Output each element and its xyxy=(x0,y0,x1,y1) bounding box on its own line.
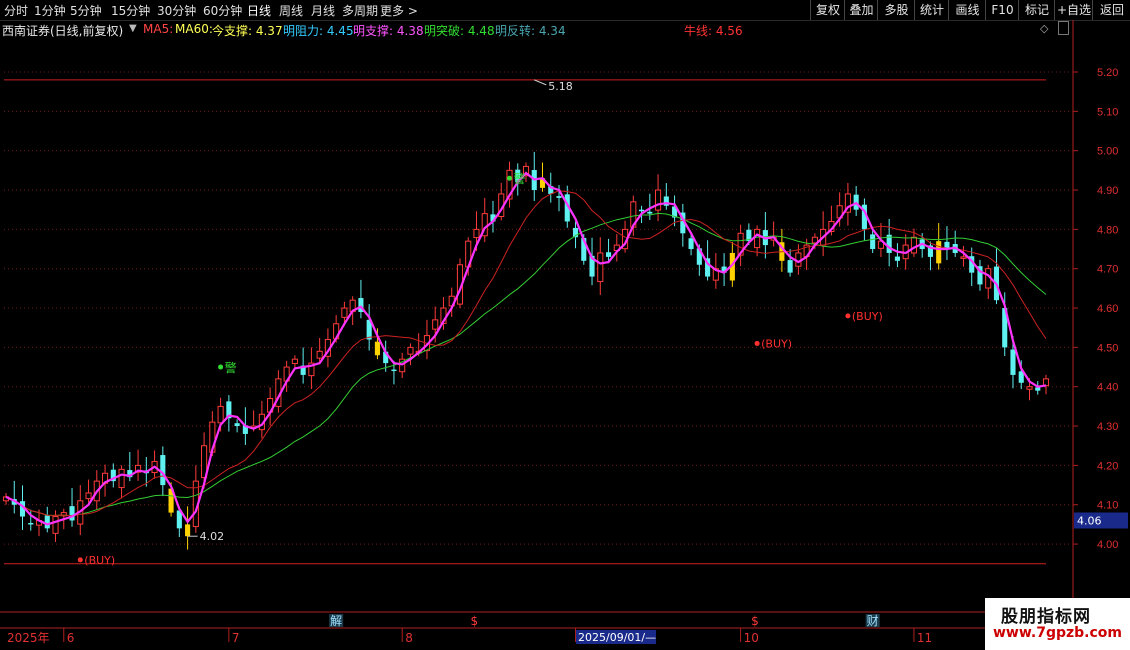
event-marker: 财 xyxy=(867,614,879,628)
watermark-url: www.7gpzb.com xyxy=(993,625,1123,641)
ma5-line xyxy=(5,171,1047,526)
warn-dot xyxy=(218,364,224,370)
candle-body xyxy=(754,228,761,249)
candle-body xyxy=(391,369,397,372)
kline-chart[interactable]: 5.20 5.10 5.00 4.90 4.80 4.70 4.60 4.50 4.40 4.30… xyxy=(0,0,1130,650)
candle-body xyxy=(28,522,34,525)
x-tick-label: 2025年 xyxy=(7,631,50,645)
candle-body xyxy=(910,236,917,254)
buy-dot xyxy=(754,340,760,346)
candle-body xyxy=(291,358,298,364)
candle-body xyxy=(118,468,125,489)
y-tick-label: 4.70 xyxy=(1097,264,1118,276)
x-tick-label: 10 xyxy=(744,631,759,645)
candle-body xyxy=(316,350,323,359)
cursor-date-label: 2025/09/01/— xyxy=(578,631,656,644)
warn-signal-label: 警 xyxy=(225,360,237,375)
event-marker: 解 xyxy=(330,614,342,628)
buy-dot xyxy=(77,557,83,563)
candle-body xyxy=(160,455,166,486)
candle-body xyxy=(647,211,653,214)
candle-body xyxy=(795,252,802,267)
y-tick-label: 4.20 xyxy=(1097,460,1118,472)
candle-body xyxy=(936,241,942,264)
low-label: 4.02 xyxy=(200,530,225,543)
candle-body xyxy=(787,260,793,273)
y-tick-label: 4.00 xyxy=(1097,539,1118,551)
candle-body xyxy=(341,307,348,318)
candle-body xyxy=(870,234,876,250)
candle-body xyxy=(185,524,191,537)
candle-body xyxy=(894,256,900,261)
candle-body xyxy=(374,341,380,356)
candle-body xyxy=(655,189,662,211)
event-marker: $ xyxy=(751,614,759,628)
candle-body xyxy=(407,346,414,355)
x-tick-label: 6 xyxy=(67,631,75,645)
candle-body xyxy=(688,238,694,250)
x-tick-label: 8 xyxy=(405,631,413,645)
candle-body xyxy=(44,515,50,529)
candle-body xyxy=(960,256,967,259)
buy-signal-label: (BUY) xyxy=(84,554,115,567)
high-label: 5.18 xyxy=(548,80,573,93)
event-marker: $ xyxy=(470,614,478,628)
y-tick-label: 4.80 xyxy=(1097,224,1118,236)
candle-body xyxy=(69,506,75,521)
y-tick-label: 4.50 xyxy=(1097,342,1118,354)
x-tick-label: 11 xyxy=(917,631,932,645)
candle-body xyxy=(605,252,612,257)
candle-body xyxy=(473,228,480,239)
y-tick-label: 5.00 xyxy=(1097,146,1118,158)
candle-body xyxy=(1026,386,1033,390)
site-watermark: 股朋指标网 www.7gpzb.com xyxy=(985,598,1130,650)
last-price-label: 4.06 xyxy=(1077,514,1102,527)
buy-signal-label: (BUY) xyxy=(852,310,883,323)
candle-body xyxy=(52,516,59,534)
buy-signal-label: (BUY) xyxy=(761,337,792,350)
candle-body xyxy=(234,423,240,427)
y-tick-label: 4.90 xyxy=(1097,185,1118,197)
warn-signal-label: 警 xyxy=(513,171,525,186)
y-tick-label: 4.10 xyxy=(1097,500,1118,512)
candle-body xyxy=(432,319,439,330)
candle-body xyxy=(1035,387,1041,391)
candle-body xyxy=(85,492,92,500)
y-tick-label: 4.30 xyxy=(1097,421,1118,433)
candle-body xyxy=(556,196,562,198)
high-pointer xyxy=(534,79,547,86)
candle-body xyxy=(217,405,224,424)
watermark-title: 股朋指标网 xyxy=(1001,607,1091,627)
candle-body xyxy=(1010,349,1016,375)
y-tick-label: 5.10 xyxy=(1097,106,1118,118)
x-tick-label: 7 xyxy=(232,631,240,645)
y-tick-label: 4.40 xyxy=(1097,382,1118,394)
warn-dot xyxy=(506,175,512,181)
candle-body xyxy=(638,209,645,212)
y-tick-label: 5.20 xyxy=(1097,67,1118,79)
buy-dot xyxy=(845,313,851,319)
candle-body xyxy=(597,252,604,283)
y-tick-label: 4.60 xyxy=(1097,303,1118,315)
